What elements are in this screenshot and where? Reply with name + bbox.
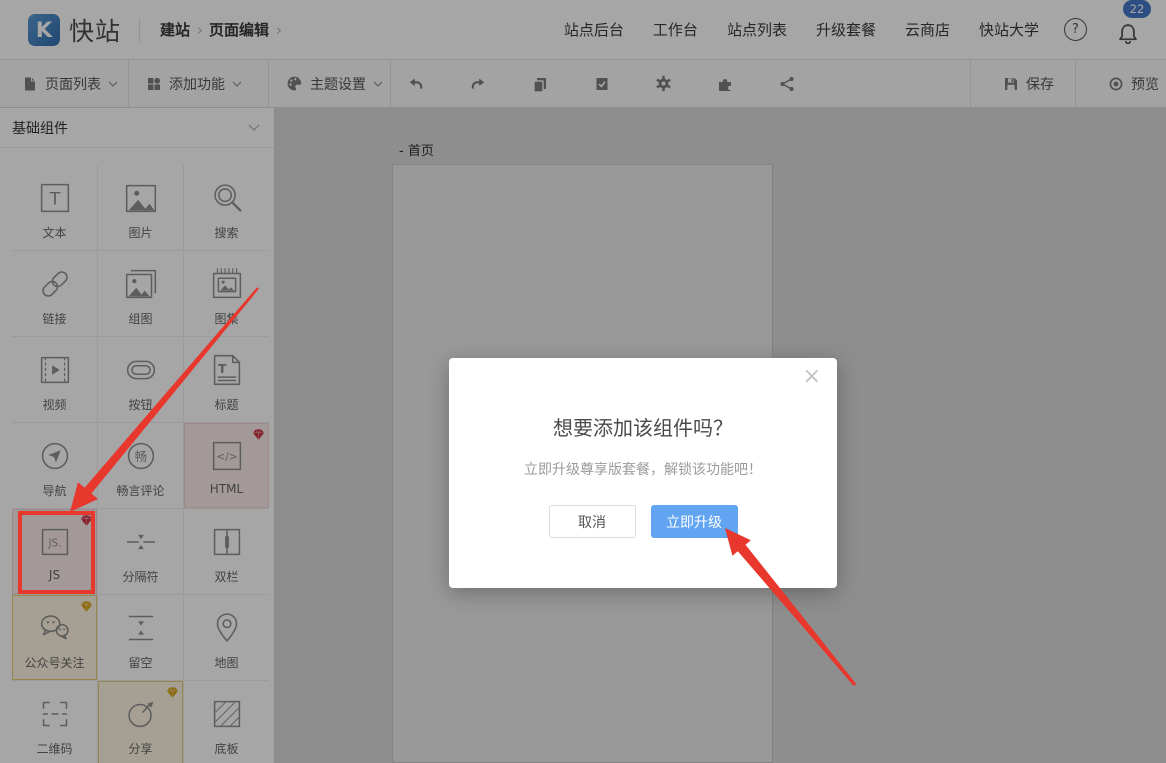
- upgrade-now-button[interactable]: 立即升级: [651, 505, 738, 538]
- upgrade-dialog: × 想要添加该组件吗？ 立即升级尊享版套餐，解锁该功能吧！ 取消 立即升级: [449, 358, 837, 588]
- dialog-buttons: 取消 立即升级: [449, 505, 837, 538]
- dialog-subtitle: 立即升级尊享版套餐，解锁该功能吧！: [449, 459, 837, 479]
- close-icon[interactable]: ×: [803, 366, 821, 388]
- cancel-button[interactable]: 取消: [549, 505, 636, 538]
- dialog-title: 想要添加该组件吗？: [449, 412, 837, 441]
